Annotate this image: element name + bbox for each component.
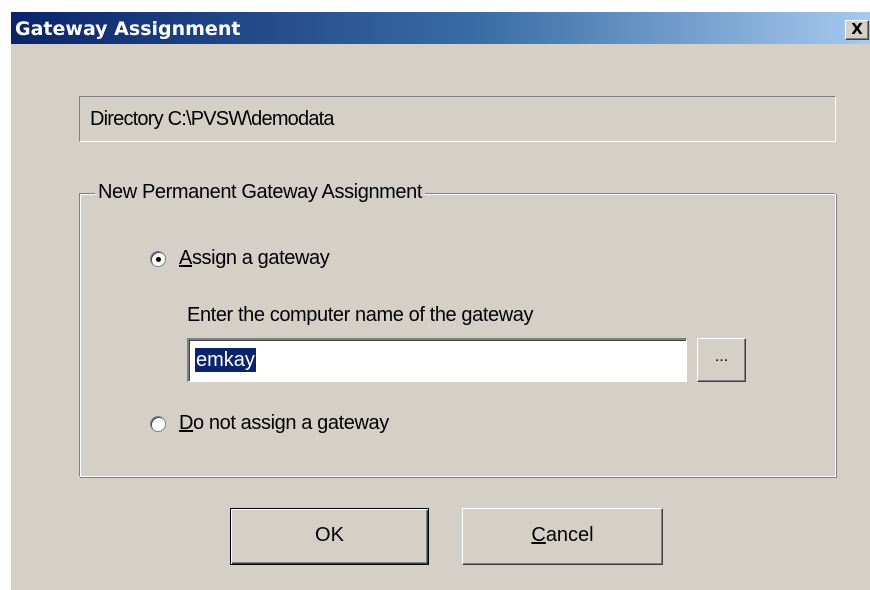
browse-ellipsis-icon: ... [714,348,729,365]
browse-button[interactable]: ... [697,338,746,382]
gateway-assignment-dialog: Gateway Assignment X Directory C:\PVSW\d… [10,11,870,590]
no-assign-gateway-mnemonic: D [179,412,194,434]
gateway-instruction-label: Enter the computer name of the gateway [187,304,534,326]
directory-display: Directory C:\PVSW\demodata [79,96,836,142]
window-title: Gateway Assignment [15,18,241,40]
cancel-button[interactable]: Cancel [462,508,663,565]
assign-gateway-mnemonic: A [179,247,192,269]
ok-button-label: OK [315,524,344,546]
radio-selected-dot [156,257,161,262]
cancel-button-label: ancel [545,524,594,546]
close-icon: X [851,20,863,38]
directory-path-text: Directory C:\PVSW\demodata [90,108,335,130]
assign-gateway-label[interactable]: Assign a gateway [179,246,330,270]
no-assign-gateway-radio[interactable] [150,416,166,432]
cancel-mnemonic: C [531,524,546,546]
title-bar[interactable]: Gateway Assignment X [11,12,870,44]
ok-button[interactable]: OK [230,508,429,565]
gateway-name-input[interactable]: emkay [187,338,687,382]
gateway-name-value: emkay [195,348,256,372]
assign-gateway-radio[interactable] [150,251,166,267]
close-button[interactable]: X [845,20,869,40]
group-legend: New Permanent Gateway Assignment [95,180,426,204]
no-assign-gateway-label-text: o not assign a gateway [193,412,389,434]
assign-gateway-label-text: ssign a gateway [191,247,330,269]
no-assign-gateway-label[interactable]: Do not assign a gateway [179,411,389,435]
